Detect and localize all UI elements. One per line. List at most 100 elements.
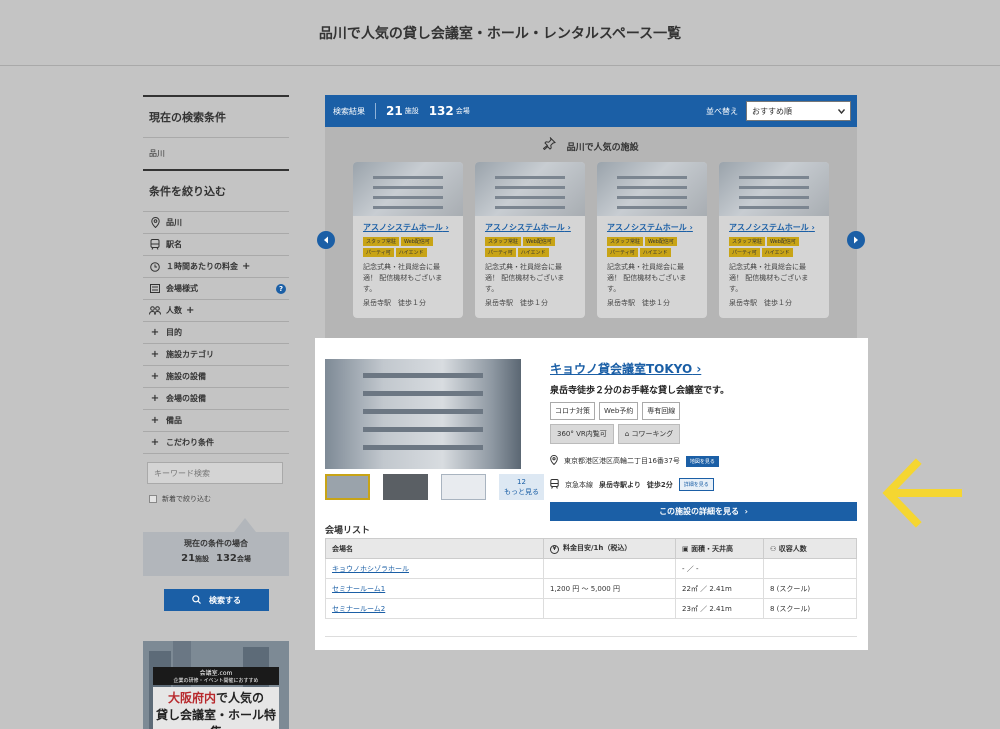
help-icon[interactable]: ? (276, 284, 286, 294)
carousel-prev-button[interactable] (317, 231, 335, 249)
filter-category-label: 施設カテゴリ (166, 350, 214, 359)
venue-tag: Web予約 (599, 402, 639, 420)
banner-logo: 会議室.com (199, 670, 233, 677)
plus-icon: + (150, 415, 160, 426)
venue-thumbnail[interactable] (325, 474, 370, 500)
chevron-right-icon (854, 236, 858, 244)
room-price (543, 558, 676, 579)
card-tag: スタッフ常駐 (363, 237, 400, 246)
clock-icon (149, 261, 161, 272)
venue-thumbnail[interactable] (383, 474, 428, 500)
results-venues-unit: 会場 (455, 107, 470, 115)
coworking-tag: ⌂ コワーキング (617, 424, 681, 444)
card-name-link[interactable]: アスノシステムホール › (363, 222, 453, 233)
venue-title-link[interactable]: キョウノ貸会議室TOKYO › (550, 360, 701, 377)
card-tag: パーティ可 (363, 248, 394, 257)
new-filter-label: 新着で絞り込む (162, 495, 211, 503)
filter-people[interactable]: 人数 + (143, 300, 289, 322)
facility-detail-button[interactable]: この施設の詳細を見る › (550, 502, 857, 521)
room-price: 1,200 円 〜 5,000 円 (543, 578, 676, 599)
banner-sub: 企業の研修・イベント開催におすすめ (173, 678, 259, 684)
popular-card[interactable]: アスノシステムホール › スタッフ常駐 Web配信可 パーティ可 ハイエンド 記… (353, 162, 463, 318)
room-area: 23㎡ ／ 2.41m (675, 598, 764, 619)
filter-area[interactable]: 品川 (143, 212, 289, 234)
arrow-left-icon (882, 458, 962, 528)
current-condition-value: 品川 (143, 138, 289, 171)
card-description: 記念式典・社員総会に最適！ 配信機材もございます。 (607, 263, 687, 293)
filter-category[interactable]: + 施設カテゴリ (143, 344, 289, 366)
filter-facility-equipment[interactable]: + 施設の設備 (143, 366, 289, 388)
venue-thumbnail[interactable] (441, 474, 486, 500)
filter-purpose[interactable]: + 目的 (143, 322, 289, 344)
card-tag: スタッフ常駐 (607, 237, 644, 246)
card-name-link[interactable]: アスノシステムホール › (607, 222, 697, 233)
sort-select[interactable]: おすすめ順 (746, 101, 851, 121)
card-photo (719, 162, 829, 216)
status-box: 現在の条件の場合 21施設 132会場 (143, 532, 289, 576)
card-photo (475, 162, 585, 216)
current-conditions-heading: 現在の検索条件 (143, 95, 289, 138)
filter-venue-equipment-label: 会場の設備 (166, 394, 206, 403)
card-name-link[interactable]: アスノシステムホール › (485, 222, 575, 233)
venue-list-table: 会場名 ¥ 料金目安/1h（税込） ▣ 面積・天井高 ⚇ 収容人数 キョウノホシゾ… (325, 538, 857, 619)
room-name-link[interactable]: セミナールーム1 (325, 578, 544, 599)
card-tag: ハイエンド (761, 248, 793, 257)
popular-card[interactable]: アスノシステムホール › スタッフ常駐 Web配信可 パーティ可 ハイエンド 記… (597, 162, 707, 318)
room-price (543, 598, 676, 619)
promo-banner[interactable]: 会議室.com 企業の研修・イベント開催におすすめ 大阪府内で人気の 貸し会議室… (143, 641, 289, 729)
venue-list-title: 会場リスト (325, 526, 371, 536)
card-name-link[interactable]: アスノシステムホール › (729, 222, 819, 233)
card-tag: ハイエンド (395, 248, 427, 257)
map-button[interactable]: 地図を見る (685, 455, 719, 467)
venue-main-photo[interactable] (325, 359, 521, 469)
banner-logo-box: 会議室.com 企業の研修・イベント開催におすすめ (153, 667, 279, 685)
card-station: 泉岳寺駅 徒歩１分 (607, 299, 670, 307)
popular-title: 品川で人気の施設 (325, 136, 857, 153)
filter-area-label: 品川 (166, 218, 182, 227)
room-capacity (763, 558, 857, 579)
card-photo (597, 162, 707, 216)
card-description: 記念式典・社員総会に最適！ 配信機材もございます。 (363, 263, 443, 293)
coworking-icon: ⌂ (624, 430, 630, 438)
train-icon (149, 239, 161, 250)
search-icon (192, 594, 201, 606)
filter-station[interactable]: 駅名 (143, 234, 289, 256)
venue-tag: 専有回線 (642, 402, 681, 420)
card-tag: Web配信可 (523, 237, 555, 246)
popular-card[interactable]: アスノシステムホール › スタッフ常駐 Web配信可 パーティ可 ハイエンド 記… (719, 162, 829, 318)
table-row: キョウノホシゾラホール - ／ - (325, 558, 857, 579)
new-filter-checkbox[interactable]: 新着で絞り込む (149, 494, 283, 504)
plus-icon: + (150, 437, 160, 448)
status-pointer (234, 518, 256, 532)
filter-layout[interactable]: 会場様式 ? (143, 278, 289, 300)
popular-carousel: 品川で人気の施設 アスノシステムホール › スタッフ常駐 Web配信可 パーティ… (325, 127, 857, 338)
venue-tags: コロナ対策 Web予約 専有回線 (550, 402, 681, 420)
plus-icon: + (150, 393, 160, 404)
keyword-search-input[interactable] (147, 462, 283, 484)
access-detail-button[interactable]: 詳細を見る (678, 478, 714, 491)
more-photos-button[interactable]: 12 もっと見る (499, 474, 544, 500)
filter-supplies[interactable]: + 備品 (143, 410, 289, 432)
people-icon (149, 306, 161, 315)
banner-headline: 大阪府内で人気の 貸し会議室・ホール特集 (153, 687, 279, 729)
carousel-next-button[interactable] (847, 231, 865, 249)
room-area: 22㎡ ／ 2.41m (675, 578, 764, 599)
card-description: 記念式典・社員総会に最適！ 配信機材もございます。 (729, 263, 809, 293)
checkbox-box[interactable] (149, 495, 157, 503)
search-button[interactable]: 検索する (164, 589, 269, 611)
room-name-link[interactable]: セミナールーム2 (325, 598, 544, 619)
page-title: 品川で人気の貸し会議室・ホール・レンタルスペース一覧 (0, 0, 1000, 66)
card-station: 泉岳寺駅 徒歩１分 (485, 299, 548, 307)
card-station: 泉岳寺駅 徒歩１分 (729, 299, 792, 307)
room-name-link[interactable]: キョウノホシゾラホール (325, 558, 544, 579)
chevron-left-icon (324, 236, 328, 244)
filter-people-label: 人数 (166, 306, 182, 315)
filter-price[interactable]: １時間あたりの料金 + (143, 256, 289, 278)
filter-venue-equipment[interactable]: + 会場の設備 (143, 388, 289, 410)
popular-card[interactable]: アスノシステムホール › スタッフ常駐 Web配信可 パーティ可 ハイエンド 記… (475, 162, 585, 318)
filter-preferences[interactable]: + こだわり条件 (143, 432, 289, 454)
filter-heading: 条件を絞り込む (143, 171, 289, 212)
venue-tag: コロナ対策 (550, 402, 595, 420)
filter-station-label: 駅名 (166, 240, 182, 249)
th-name: 会場名 (325, 538, 544, 559)
